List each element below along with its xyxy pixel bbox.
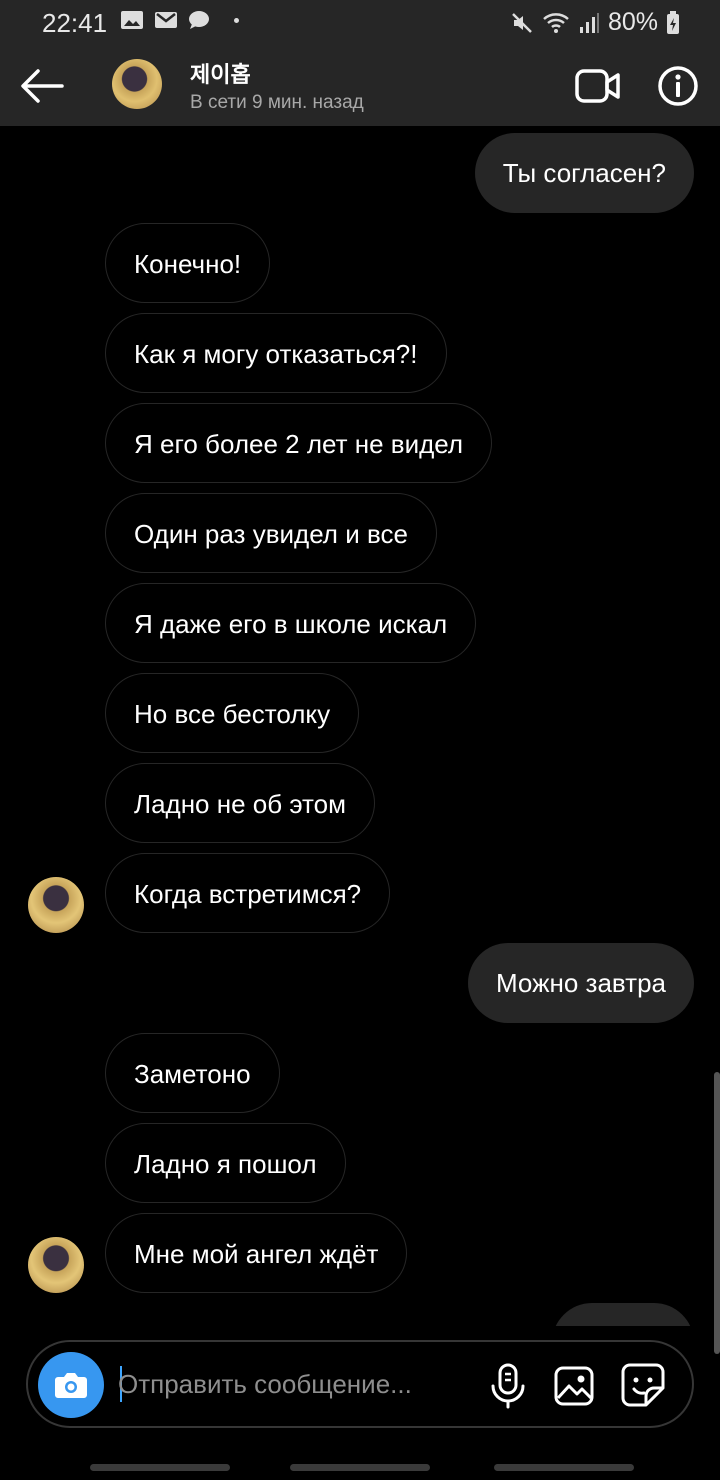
nav-recent-button[interactable] (90, 1464, 230, 1471)
system-navigation-bar (0, 1440, 720, 1480)
message-incoming[interactable]: Я даже его в школе искал (105, 583, 477, 663)
message-input[interactable] (118, 1364, 448, 1404)
message-thread[interactable]: Ты согласен? Конечно! Как я могу отказат… (0, 126, 720, 1326)
sender-avatar[interactable] (28, 877, 84, 933)
contact-status: В сети 9 мин. назад (190, 92, 364, 113)
system-indicators: 80% (510, 8, 680, 37)
signal-icon (579, 12, 599, 33)
battery-percent: 80% (607, 8, 658, 36)
message-incoming[interactable]: Ладно я пошол (105, 1123, 346, 1203)
message-outgoing[interactable]: Можно завтра (467, 943, 694, 1023)
camera-button[interactable] (38, 1352, 104, 1418)
message-incoming[interactable]: Когда встретимся? (105, 853, 391, 933)
scrollbar[interactable] (714, 1072, 720, 1354)
status-time: 22:41 (42, 8, 108, 38)
message-outgoing-partial[interactable] (552, 1303, 694, 1326)
message-incoming[interactable]: Мне мой ангел ждёт (105, 1213, 408, 1293)
video-call-icon[interactable] (574, 66, 622, 106)
message-incoming[interactable]: Конечно! (105, 223, 271, 303)
sender-avatar[interactable] (28, 1237, 84, 1293)
message-incoming[interactable]: Один раз увидел и все (105, 493, 437, 573)
message-composer (26, 1340, 694, 1428)
message-incoming[interactable]: Я его более 2 лет не видел (105, 403, 493, 483)
message-incoming[interactable]: Ладно не об этом (105, 763, 375, 843)
back-arrow-icon[interactable] (18, 62, 66, 110)
sticker-icon[interactable] (620, 1362, 666, 1408)
mute-icon (512, 12, 532, 33)
notification-icons (120, 10, 239, 30)
chat-header: 제이홉 В сети 9 мин. назад (0, 44, 720, 126)
message-incoming[interactable]: Как я могу отказаться?! (105, 313, 447, 393)
message-incoming[interactable]: Но все бестолку (105, 673, 360, 753)
wifi-icon (543, 12, 569, 33)
mail-icon (155, 12, 177, 28)
info-icon[interactable] (656, 64, 700, 108)
message-incoming[interactable]: Заметоно (105, 1033, 280, 1113)
microphone-icon[interactable] (486, 1362, 530, 1410)
nav-home-button[interactable] (290, 1464, 430, 1471)
nav-back-button[interactable] (494, 1464, 634, 1471)
contact-avatar[interactable] (112, 59, 162, 109)
message-outgoing[interactable]: Ты согласен? (474, 133, 694, 213)
camera-icon (55, 1373, 87, 1398)
contact-name[interactable]: 제이홉 (190, 57, 251, 89)
status-bar: 22:41 80% (0, 0, 720, 44)
chat-notification-icon (189, 11, 209, 29)
gallery-icon[interactable] (552, 1364, 596, 1408)
image-notification-icon (121, 11, 143, 29)
more-dot-icon (234, 17, 239, 23)
battery-icon (667, 10, 679, 34)
